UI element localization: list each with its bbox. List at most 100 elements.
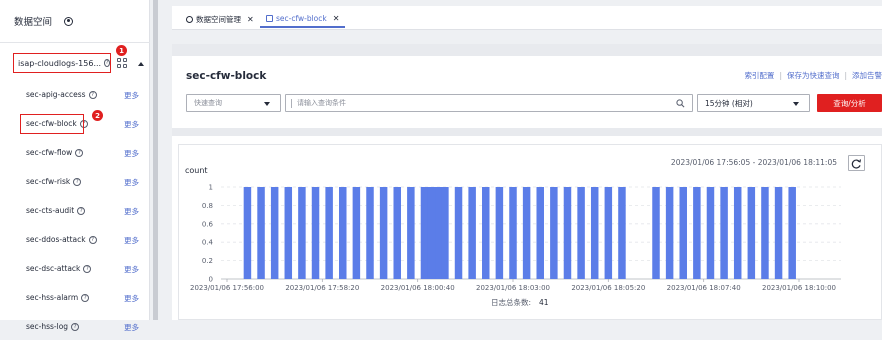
y-tick-label: 0.2	[202, 257, 213, 265]
quick-query-placeholder: 快速查询	[194, 99, 222, 107]
x-tick-label: 2023/01/06 18:03:00	[476, 284, 550, 292]
sidebar-item-sec-cfw-flow[interactable]: sec-cfw-flow? 更多	[0, 140, 150, 166]
sidebar-item-sec-hss-log[interactable]: sec-hss-log? 更多	[0, 314, 150, 340]
y-axis-label: count	[185, 166, 208, 175]
help-icon[interactable]: ?	[88, 90, 97, 99]
quick-query-select[interactable]: 快速查询	[186, 94, 281, 112]
selected-stream-highlight	[20, 114, 84, 134]
step-badge: 1	[116, 45, 127, 56]
bar	[339, 187, 347, 279]
tab-label: 数据空间管理	[196, 14, 241, 24]
sidebar-item-sec-ddos-attack[interactable]: sec-ddos-attack? 更多	[0, 227, 150, 253]
help-icon[interactable]: ?	[104, 59, 110, 67]
add-alarm-link[interactable]: 添加告警	[852, 71, 882, 80]
bar	[604, 187, 613, 279]
sidebar-title: 数据空间	[14, 17, 53, 28]
bar	[325, 187, 333, 279]
sidebar-item-sec-apig-access[interactable]: sec-apig-access? 更多	[0, 82, 150, 108]
refresh-button[interactable]	[848, 155, 865, 171]
total-count-label: 日志总条数:	[491, 297, 531, 307]
help-icon[interactable]: ?	[83, 264, 92, 273]
action-links: 索引配置 | 保存为快速查询 | 添加告警	[744, 71, 882, 80]
more-link[interactable]: 更多	[124, 148, 139, 159]
bar	[393, 187, 401, 279]
stream-name: sec-cfw-flow?	[26, 148, 84, 157]
bar	[720, 187, 728, 279]
search-icon[interactable]	[676, 99, 685, 108]
total-count-value: 41	[539, 298, 549, 307]
more-link[interactable]: 更多	[124, 235, 139, 246]
stream-label: sec-dsc-attack	[26, 264, 81, 273]
document-icon	[266, 14, 273, 22]
stream-name: sec-apig-access?	[26, 90, 97, 99]
sidebar-divider	[0, 42, 150, 43]
bar	[679, 187, 687, 279]
more-link[interactable]: 更多	[124, 177, 139, 188]
bar-chart: count 2023/01/06 17:56:05 - 2023/01/06 18…	[185, 158, 841, 307]
more-link[interactable]: 更多	[124, 322, 139, 333]
bar	[536, 187, 544, 279]
sidebar-item-sec-cts-audit[interactable]: sec-cts-audit? 更多	[0, 198, 150, 224]
refresh-icon	[851, 159, 861, 169]
x-tick-label: 2023/01/06 17:56:00	[190, 284, 264, 292]
grid-icon[interactable]	[117, 58, 127, 68]
query-placeholder: 请输入查询条件	[297, 99, 346, 107]
more-link[interactable]: 更多	[124, 293, 139, 304]
close-icon[interactable]: ✕	[333, 14, 340, 23]
help-icon[interactable]: ?	[75, 148, 84, 157]
stream-label: sec-hss-log	[26, 322, 69, 331]
log-group-name: isap-cloudlogs-156...	[18, 58, 102, 68]
sidebar-item-sec-hss-alarm[interactable]: sec-hss-alarm? 更多	[0, 285, 150, 311]
chevron-down-icon	[793, 102, 799, 106]
more-link[interactable]: 更多	[124, 90, 139, 101]
bar	[509, 187, 517, 279]
bar	[270, 187, 279, 279]
tab-sec-cfw-block[interactable]: sec-cfw-block ✕	[260, 10, 346, 28]
sidebar-item-sec-cfw-risk[interactable]: sec-cfw-risk? 更多	[0, 169, 150, 195]
bar	[284, 187, 293, 279]
x-tick-label: 2023/01/06 18:10:00	[762, 284, 836, 292]
query-panel: sec-cfw-block 索引配置 | 保存为快速查询 | 添加告警 快速查询 请输入…	[172, 56, 882, 128]
gear-icon[interactable]	[64, 16, 74, 26]
more-link[interactable]: 更多	[124, 206, 139, 217]
page-title: sec-cfw-block	[186, 70, 267, 82]
step-badge: 2	[92, 110, 103, 121]
bar	[747, 187, 756, 279]
y-tick-label: 0.8	[202, 202, 213, 210]
y-tick-label: 1	[209, 184, 213, 192]
query-input[interactable]: 请输入查询条件	[285, 94, 693, 112]
help-icon[interactable]: ?	[71, 322, 80, 331]
help-icon[interactable]: ?	[73, 177, 82, 186]
bar	[550, 187, 558, 279]
more-link[interactable]: 更多	[124, 119, 139, 130]
tab-data-space-management[interactable]: 数据空间管理 ✕	[180, 10, 260, 28]
index-config-link[interactable]: 索引配置	[744, 71, 774, 80]
bar	[577, 187, 585, 279]
more-link[interactable]: 更多	[124, 264, 139, 275]
help-icon[interactable]: ?	[77, 206, 86, 215]
save-quick-query-link[interactable]: 保存为快速查询	[787, 71, 840, 80]
sidebar-item-sec-dsc-attack[interactable]: sec-dsc-attack? 更多	[0, 256, 150, 282]
stream-label: sec-hss-alarm	[26, 293, 79, 302]
log-group-selector[interactable]: isap-cloudlogs-156... ?	[13, 53, 111, 73]
sidebar-item-sec-cfw-block[interactable]: sec-cfw-block? 更多 2	[0, 110, 150, 137]
help-icon[interactable]: ?	[81, 293, 90, 302]
x-tick-label: 2023/01/06 18:05:20	[571, 284, 645, 292]
query-analyze-button[interactable]: 查询/分析	[817, 94, 882, 112]
chevron-up-icon[interactable]	[138, 62, 144, 66]
bar	[665, 187, 674, 279]
bar	[590, 187, 599, 279]
time-range-select[interactable]: 15分钟 (相对)	[697, 94, 810, 112]
chevron-down-icon	[264, 102, 270, 106]
panel-splitter[interactable]	[153, 0, 158, 320]
y-tick-label: 0.6	[202, 220, 214, 228]
stream-label: sec-apig-access	[26, 90, 86, 99]
help-icon[interactable]: ?	[88, 235, 97, 244]
bar	[618, 187, 626, 279]
bar	[311, 187, 320, 279]
close-icon[interactable]: ✕	[247, 15, 254, 24]
y-tick-label: 0	[209, 276, 213, 284]
bar	[352, 187, 361, 279]
log-group-row[interactable]: isap-cloudlogs-156... ? 1	[0, 45, 150, 78]
bar	[366, 187, 374, 279]
